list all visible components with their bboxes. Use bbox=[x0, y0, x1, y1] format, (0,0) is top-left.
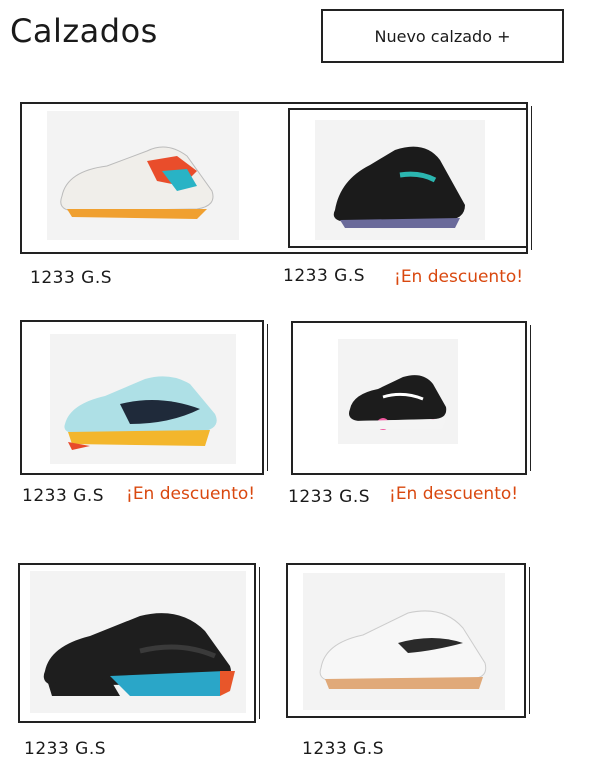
shoe-image bbox=[47, 111, 239, 240]
product-price: 1233 G.S bbox=[30, 268, 113, 288]
discount-badge: ¡En descuento! bbox=[126, 484, 256, 504]
product-price: 1233 G.S bbox=[22, 486, 105, 506]
discount-badge: ¡En descuento! bbox=[394, 267, 524, 287]
shoe-image bbox=[50, 334, 236, 464]
discount-badge: ¡En descuento! bbox=[389, 484, 519, 504]
shoe-image bbox=[303, 573, 505, 710]
product-price: 1233 G.S bbox=[302, 739, 385, 759]
new-shoe-button[interactable]: Nuevo calzado + bbox=[321, 9, 564, 63]
page-title: Calzados bbox=[10, 12, 158, 50]
shoe-image bbox=[315, 120, 485, 240]
product-price: 1233 G.S bbox=[24, 739, 107, 759]
shoe-image bbox=[338, 339, 458, 444]
product-price: 1233 G.S bbox=[288, 487, 371, 507]
product-price: 1233 G.S bbox=[283, 266, 366, 286]
shoe-image bbox=[30, 571, 246, 713]
